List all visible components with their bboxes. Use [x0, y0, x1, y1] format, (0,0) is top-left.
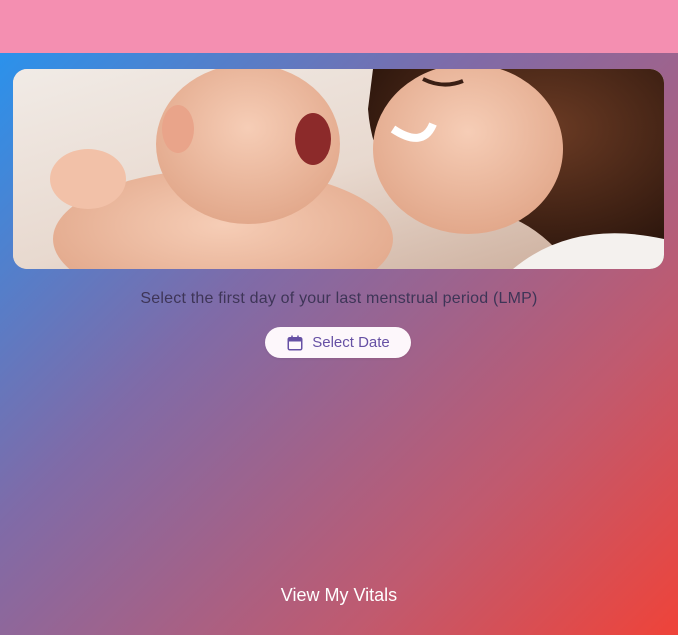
select-date-button[interactable]: Select Date: [265, 327, 411, 358]
lmp-prompt: Select the first day of your last menstr…: [140, 290, 538, 307]
mother-baby-illustration: [13, 69, 664, 269]
calendar-icon: [286, 334, 304, 352]
select-date-label: Select Date: [312, 334, 390, 351]
view-my-vitals-link[interactable]: View My Vitals: [0, 585, 678, 606]
app-bar: [0, 0, 678, 53]
hero-image: [13, 69, 664, 269]
